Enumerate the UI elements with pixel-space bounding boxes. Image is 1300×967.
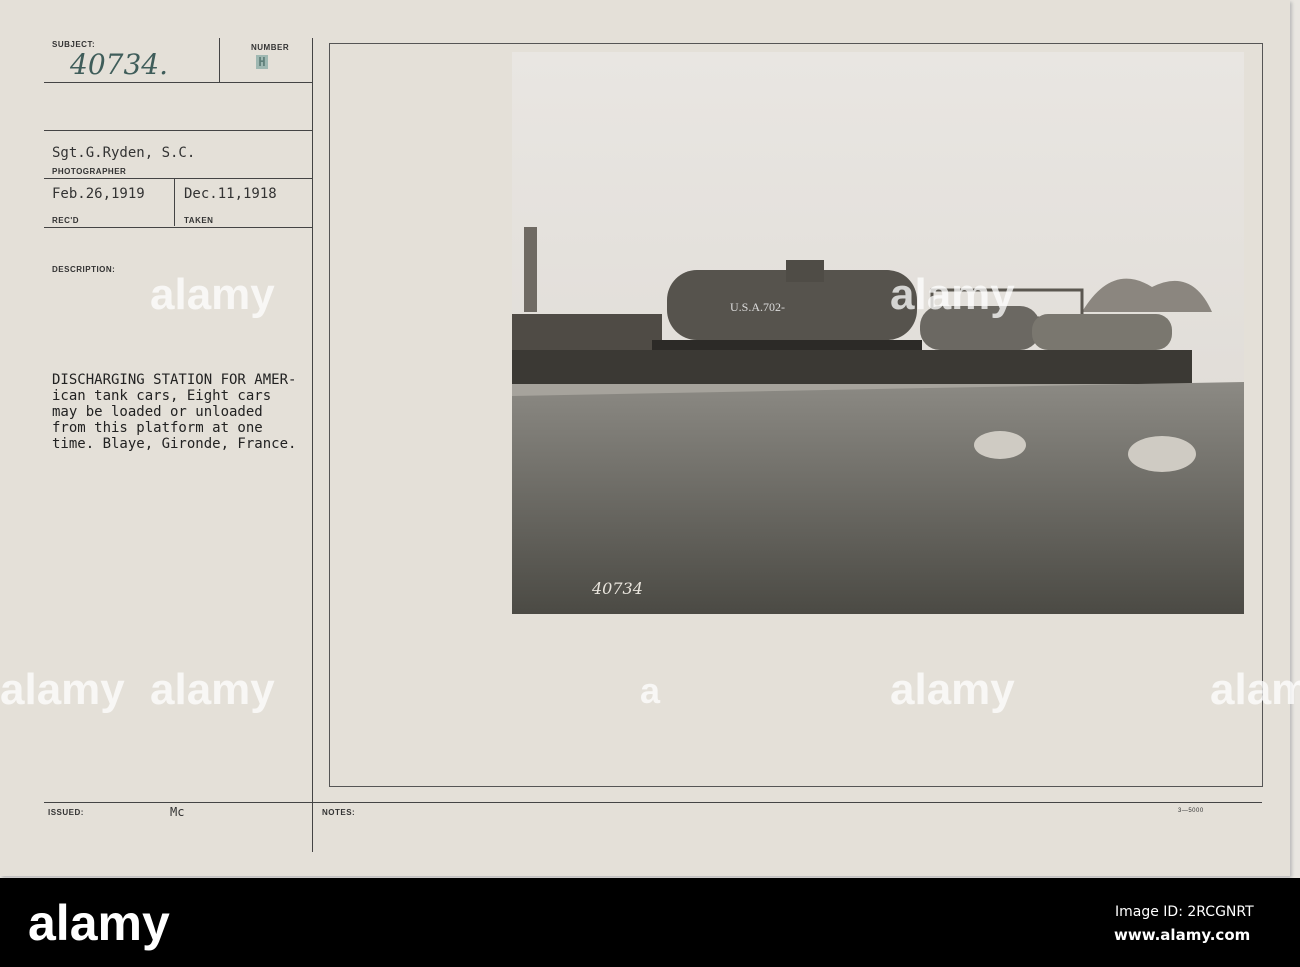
photographer-name: Sgt.G.Ryden, S.C. <box>52 145 196 161</box>
number-stamp: H <box>256 55 268 69</box>
photo-number: 40734 <box>591 579 643 598</box>
barrel <box>974 431 1026 459</box>
description-label: DESCRIPTION: <box>52 265 116 274</box>
image-id: Image ID: 2RCGNRT <box>1115 904 1254 920</box>
barrel <box>1128 436 1196 472</box>
photograph: U.S.A.702- 40734 <box>512 52 1244 614</box>
notes-label: NOTES: <box>322 808 356 817</box>
description-text: DISCHARGING STATION FOR AMER- ican tank … <box>52 372 297 452</box>
footer-bar: alamy Image ID: 2RCGNRT www.alamy.com <box>0 878 1300 967</box>
subject-number: 40734. <box>70 48 168 81</box>
issued-label: ISSUED: <box>48 808 84 817</box>
watermark-letter: a <box>640 670 661 711</box>
taken-date: Dec.11,1918 <box>184 186 277 202</box>
watermark: alamy <box>890 665 1015 714</box>
received-date: Feb.26,1919 <box>52 186 145 202</box>
issued-value: Mc <box>170 805 185 819</box>
watermark: alamy <box>150 270 275 319</box>
watermark: alamy <box>150 665 275 714</box>
photographer-label: PHOTOGRAPHER <box>52 167 127 176</box>
watermark: alamy <box>1210 665 1300 714</box>
watermark: alamy <box>0 665 125 714</box>
alamy-logo: alamy <box>28 895 170 951</box>
number-label: NUMBER <box>251 43 290 52</box>
record-card: SUBJECT: 40734. NUMBER H Sgt.G.Ryden, S.… <box>0 0 1300 876</box>
form-number: 3—5000 <box>1178 808 1204 814</box>
alamy-url: www.alamy.com <box>1114 926 1251 944</box>
tank-marking: U.S.A.702- <box>730 300 785 314</box>
chimney <box>524 227 537 312</box>
received-label: REC'D <box>52 216 80 225</box>
taken-label: TAKEN <box>184 216 214 225</box>
watermark: alamy <box>890 270 1015 319</box>
